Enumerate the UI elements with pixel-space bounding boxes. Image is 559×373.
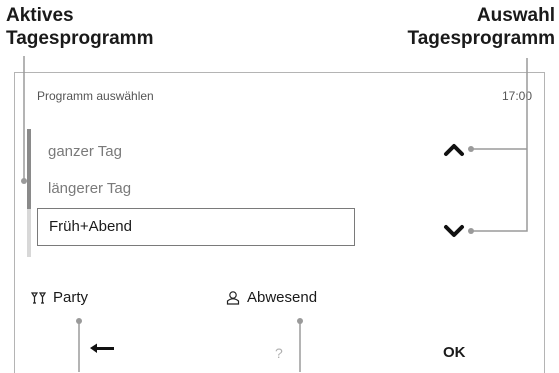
callout-leader-lines: [21, 56, 528, 372]
